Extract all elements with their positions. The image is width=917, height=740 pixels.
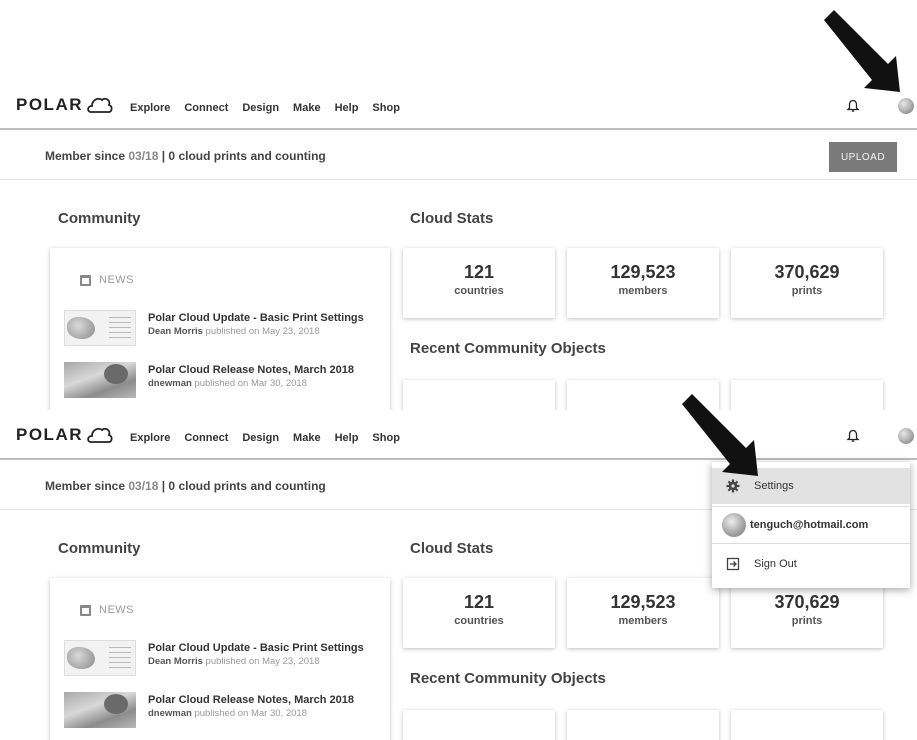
settings-label: Settings xyxy=(754,480,794,492)
news-label: NEWS xyxy=(99,274,134,286)
community-heading: Community xyxy=(58,210,141,227)
top-navbar: POLAR Explore Connect Design Make Help S… xyxy=(0,80,917,130)
stat-label: countries xyxy=(454,285,504,297)
stat-card-prints: 370,629 prints xyxy=(731,248,883,318)
calendar-icon xyxy=(80,274,91,286)
news-header: NEWS xyxy=(80,274,134,286)
bell-icon[interactable] xyxy=(846,429,860,443)
sign-out-label: Sign Out xyxy=(754,558,797,570)
stat-label: members xyxy=(618,285,668,297)
nav-make[interactable]: Make xyxy=(293,432,321,444)
recent-objects-heading: Recent Community Objects xyxy=(410,340,606,357)
stat-card-countries: 121 countries xyxy=(403,578,555,648)
news-thumbnail xyxy=(64,692,136,728)
news-title[interactable]: Polar Cloud Update - Basic Print Setting… xyxy=(148,642,364,654)
nav-explore[interactable]: Explore xyxy=(130,102,170,114)
news-title[interactable]: Polar Cloud Update - Basic Print Setting… xyxy=(148,312,364,324)
polar-logo[interactable]: POLAR xyxy=(16,425,113,445)
user-avatar xyxy=(722,513,746,537)
community-object-card[interactable] xyxy=(567,710,719,740)
stat-value: 129,523 xyxy=(610,262,676,282)
news-meta: dnewman published on Mar 30, 2018 xyxy=(148,378,307,389)
news-card: NEWS Polar Cloud Update - Basic Print Se… xyxy=(50,578,390,740)
news-title[interactable]: Polar Cloud Release Notes, March 2018 xyxy=(148,364,354,376)
member-since-text: Member since 03/18 | 0 cloud prints and … xyxy=(45,479,326,493)
community-object-card[interactable] xyxy=(403,380,555,410)
member-date: 03/18 xyxy=(128,479,159,493)
calendar-icon xyxy=(80,604,91,616)
sign-out-menu-item[interactable]: Sign Out xyxy=(712,546,910,582)
screen-after: POLAR Explore Connect Design Make Help S… xyxy=(0,410,917,740)
news-item[interactable]: Polar Cloud Release Notes, March 2018 dn… xyxy=(64,692,384,732)
stat-label: prints xyxy=(791,285,823,297)
nav-help[interactable]: Help xyxy=(335,432,359,444)
nav-shop[interactable]: Shop xyxy=(372,102,400,114)
account-menu-item[interactable]: tenguch@hotmail.com xyxy=(712,506,910,544)
cloud-logo-icon xyxy=(87,427,113,443)
news-item[interactable]: Polar Cloud Update - Basic Print Setting… xyxy=(64,310,384,350)
stat-value: 370,629 xyxy=(774,262,840,282)
community-heading: Community xyxy=(58,540,141,557)
nav-connect[interactable]: Connect xyxy=(184,102,228,114)
news-item[interactable]: Polar Cloud Update - Basic Print Setting… xyxy=(64,640,384,680)
cloud-stats-heading: Cloud Stats xyxy=(410,540,494,557)
cloud-stats-heading: Cloud Stats xyxy=(410,210,494,227)
member-since-text: Member since 03/18 | 0 cloud prints and … xyxy=(45,149,326,163)
stat-label: members xyxy=(618,615,668,627)
arrow-pointer-icon xyxy=(824,10,900,92)
news-header: NEWS xyxy=(80,604,134,616)
arrow-pointer-icon xyxy=(682,394,758,476)
stat-value: 121 xyxy=(463,592,495,612)
stat-value: 121 xyxy=(463,262,495,282)
cloud-logo-icon xyxy=(87,97,113,113)
member-bar: Member since 03/18 | 0 cloud prints and … xyxy=(0,132,917,180)
logo-text: POLAR xyxy=(16,95,83,114)
nav-explore[interactable]: Explore xyxy=(130,432,170,444)
member-date: 03/18 xyxy=(128,149,159,163)
bell-icon[interactable] xyxy=(846,99,860,113)
stat-value: 370,629 xyxy=(774,592,840,612)
user-avatar-icon[interactable] xyxy=(898,98,914,114)
sign-out-icon xyxy=(726,557,740,571)
main-nav: Explore Connect Design Make Help Shop xyxy=(130,102,400,114)
nav-design[interactable]: Design xyxy=(242,432,279,444)
nav-design[interactable]: Design xyxy=(242,102,279,114)
news-title[interactable]: Polar Cloud Release Notes, March 2018 xyxy=(148,694,354,706)
community-object-card[interactable] xyxy=(731,710,883,740)
stat-value: 129,523 xyxy=(610,592,676,612)
news-thumbnail xyxy=(64,310,136,346)
news-meta: dnewman published on Mar 30, 2018 xyxy=(148,708,307,719)
user-dropdown-menu: Settings tenguch@hotmail.com Sign Out xyxy=(712,462,910,588)
logo-text: POLAR xyxy=(16,425,83,444)
stat-card-prints: 370,629 prints xyxy=(731,578,883,648)
polar-logo[interactable]: POLAR xyxy=(16,95,113,115)
news-meta: Dean Morris published on May 23, 2018 xyxy=(148,326,320,337)
stat-label: prints xyxy=(791,615,823,627)
news-thumbnail xyxy=(64,362,136,398)
stat-label: countries xyxy=(454,615,504,627)
upload-button[interactable]: UPLOAD xyxy=(829,142,897,172)
screen-before: POLAR Explore Connect Design Make Help S… xyxy=(0,80,917,410)
nav-connect[interactable]: Connect xyxy=(184,432,228,444)
news-item[interactable]: Polar Cloud Release Notes, March 2018 dn… xyxy=(64,362,384,402)
nav-help[interactable]: Help xyxy=(335,102,359,114)
nav-shop[interactable]: Shop xyxy=(372,432,400,444)
news-card: NEWS Polar Cloud Update - Basic Print Se… xyxy=(50,248,390,410)
main-nav: Explore Connect Design Make Help Shop xyxy=(130,432,400,444)
recent-objects-heading: Recent Community Objects xyxy=(410,670,606,687)
stat-card-members: 129,523 members xyxy=(567,578,719,648)
news-meta: Dean Morris published on May 23, 2018 xyxy=(148,656,320,667)
news-label: NEWS xyxy=(99,604,134,616)
stat-card-members: 129,523 members xyxy=(567,248,719,318)
top-navbar: POLAR Explore Connect Design Make Help S… xyxy=(0,410,917,460)
stat-card-countries: 121 countries xyxy=(403,248,555,318)
nav-make[interactable]: Make xyxy=(293,102,321,114)
user-avatar-icon[interactable] xyxy=(898,428,914,444)
community-object-card[interactable] xyxy=(403,710,555,740)
gear-icon xyxy=(726,479,740,493)
account-email: tenguch@hotmail.com xyxy=(750,519,869,531)
news-thumbnail xyxy=(64,640,136,676)
